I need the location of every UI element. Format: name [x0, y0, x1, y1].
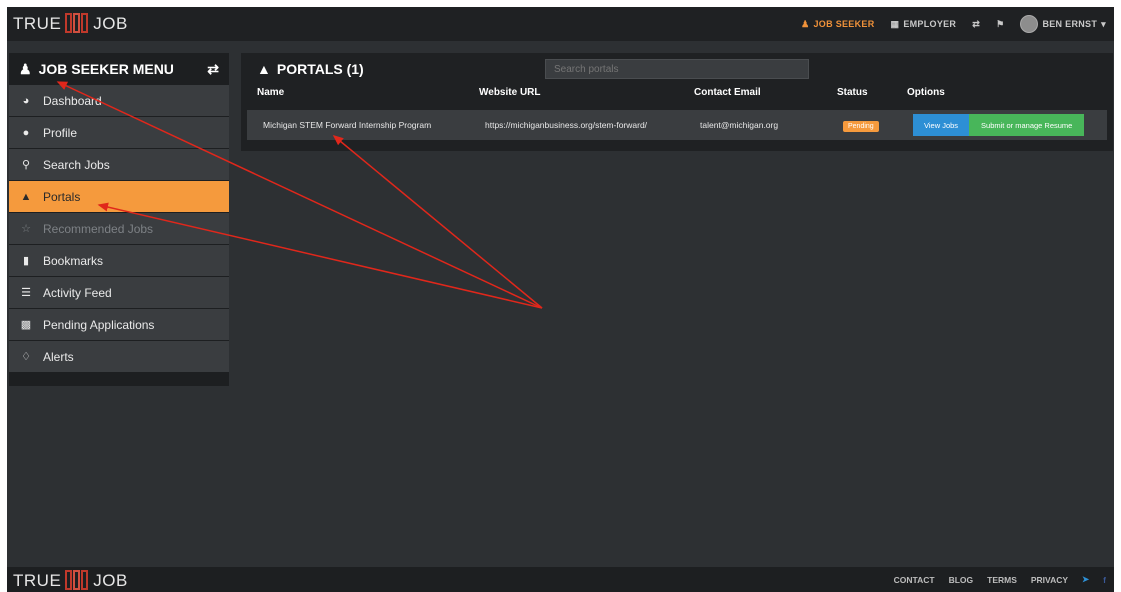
nav-employer-label: EMPLOYER — [903, 19, 957, 29]
sidebar-toggle-icon[interactable]: ⇄ — [207, 61, 219, 78]
facebook-icon[interactable]: f — [1103, 575, 1106, 585]
sidebar-item-label: Search Jobs — [43, 157, 110, 172]
column-header: Name — [257, 86, 285, 98]
column-header: Contact Email — [694, 86, 761, 98]
nav-job-seeker[interactable]: ♟ JOB SEEKER — [801, 19, 874, 30]
submit-resume-button[interactable]: Submit or manage Resume — [969, 114, 1085, 136]
portals-panel: ▲ PORTALS (1) Name Website URL Contact E… — [241, 53, 1113, 151]
portal-name: Michigan STEM Forward Internship Program — [263, 120, 432, 130]
portals-icon: ▲ — [20, 190, 32, 203]
sidebar-item-label: Dashboard — [43, 93, 102, 108]
table-header: Name Website URL Contact Email Status Op… — [241, 85, 1113, 99]
brand-text-right: JOB — [93, 571, 128, 590]
sidebar-header: ♟ JOB SEEKER MENU ⇄ — [9, 53, 229, 85]
view-jobs-button[interactable]: View Jobs — [913, 114, 970, 136]
flag-icon[interactable]: ⚑ — [996, 19, 1004, 30]
footer-link-contact[interactable]: CONTACT — [894, 575, 935, 585]
column-header: Website URL — [479, 86, 541, 98]
panel-title: PORTALS (1) — [276, 61, 364, 77]
portals-icon: ▲ — [257, 61, 271, 77]
sidebar-title: JOB SEEKER MENU — [38, 61, 174, 77]
chevron-down-icon: ▾ — [1101, 18, 1106, 29]
search-icon: ⚲ — [21, 159, 31, 171]
app-window: TRUE JOB ♟ JOB SEEKER ▦ EMPLOYER ⇄ ⚑ BEN… — [7, 7, 1114, 592]
logo-mark-icon — [65, 13, 89, 35]
top-navbar: TRUE JOB ♟ JOB SEEKER ▦ EMPLOYER ⇄ ⚑ BEN… — [7, 7, 1114, 41]
column-header: Status — [837, 86, 868, 98]
user-name: BEN ERNST — [1042, 19, 1098, 29]
sidebar-item-label: Alerts — [43, 349, 74, 364]
brand-logo[interactable]: TRUE JOB — [13, 12, 128, 36]
footer-links: CONTACT BLOG TERMS PRIVACY ➤ f — [894, 567, 1106, 592]
sidebar-item-profile[interactable]: ● Profile — [9, 117, 229, 148]
footer-link-blog[interactable]: BLOG — [949, 575, 974, 585]
twitter-icon[interactable]: ➤ — [1082, 574, 1089, 585]
table-row: Michigan STEM Forward Internship Program… — [247, 110, 1107, 140]
nav-job-seeker-label: JOB SEEKER — [813, 19, 875, 29]
sidebar-item-activity-feed[interactable]: ☰ Activity Feed — [9, 277, 229, 308]
dashboard-icon: ◕ — [22, 94, 30, 107]
sidebar-item-portals[interactable]: ▲ Portals — [9, 181, 229, 212]
briefcase-icon: ▩ — [20, 319, 32, 331]
nav-right: ♟ JOB SEEKER ▦ EMPLOYER ⇄ ⚑ BEN ERNST ▾ — [801, 7, 1106, 41]
sidebar-item-label: Recommended Jobs — [43, 221, 154, 236]
logo-mark-icon — [65, 570, 89, 592]
sidebar-item-recommended-jobs[interactable]: ☆ Recommended Jobs — [9, 213, 229, 244]
panel-header: ▲ PORTALS (1) — [241, 53, 1113, 85]
brand-text-left: TRUE — [13, 14, 62, 33]
sidebar-item-label: Activity Feed — [43, 285, 112, 300]
user-icon: ♟ — [19, 60, 32, 77]
sidebar-item-bookmarks[interactable]: ▮ Bookmarks — [9, 245, 229, 276]
sidebar-item-label: Bookmarks — [43, 253, 104, 268]
star-icon: ☆ — [21, 223, 31, 235]
brand-text-left: TRUE — [13, 571, 62, 590]
feed-icon: ☰ — [21, 287, 31, 299]
sidebar-item-label: Profile — [43, 125, 78, 140]
portal-email[interactable]: talent@michigan.org — [700, 120, 843, 130]
user-icon: ♟ — [801, 18, 810, 29]
avatar — [1020, 15, 1039, 33]
footer-logo[interactable]: TRUE JOB — [13, 569, 128, 592]
building-icon: ▦ — [890, 18, 900, 29]
status-badge: Pending — [843, 121, 879, 132]
profile-icon: ● — [22, 126, 30, 139]
sidebar-item-alerts[interactable]: ♢ Alerts — [9, 341, 229, 372]
bell-icon: ♢ — [21, 351, 31, 363]
footer-link-terms[interactable]: TERMS — [987, 575, 1017, 585]
sidebar-item-pending-applications[interactable]: ▩ Pending Applications — [9, 309, 229, 340]
sidebar-item-label: Portals — [43, 189, 81, 204]
brand-text-right: JOB — [93, 14, 128, 33]
column-header: Options — [907, 86, 945, 98]
search-input[interactable] — [545, 59, 809, 79]
sidebar-item-label: Pending Applications — [43, 317, 155, 332]
footer: TRUE JOB CONTACT BLOG TERMS PRIVACY ➤ f — [7, 567, 1114, 592]
footer-link-privacy[interactable]: PRIVACY — [1031, 575, 1068, 585]
sidebar-item-dashboard[interactable]: ◕ Dashboard — [9, 85, 229, 116]
switch-icon[interactable]: ⇄ — [972, 19, 980, 30]
sidebar: ♟ JOB SEEKER MENU ⇄ ◕ Dashboard ● Profile … — [9, 53, 229, 386]
user-menu[interactable]: BEN ERNST ▾ — [1020, 15, 1106, 33]
sidebar-menu: ◕ Dashboard ● Profile ⚲ Search Jobs ▲ Portal… — [9, 85, 229, 372]
sidebar-item-search-jobs[interactable]: ⚲ Search Jobs — [9, 149, 229, 180]
nav-employer[interactable]: ▦ EMPLOYER — [891, 19, 957, 30]
portal-url[interactable]: https://michiganbusiness.org/stem-forwar… — [485, 120, 700, 130]
bookmark-icon: ▮ — [22, 255, 30, 267]
